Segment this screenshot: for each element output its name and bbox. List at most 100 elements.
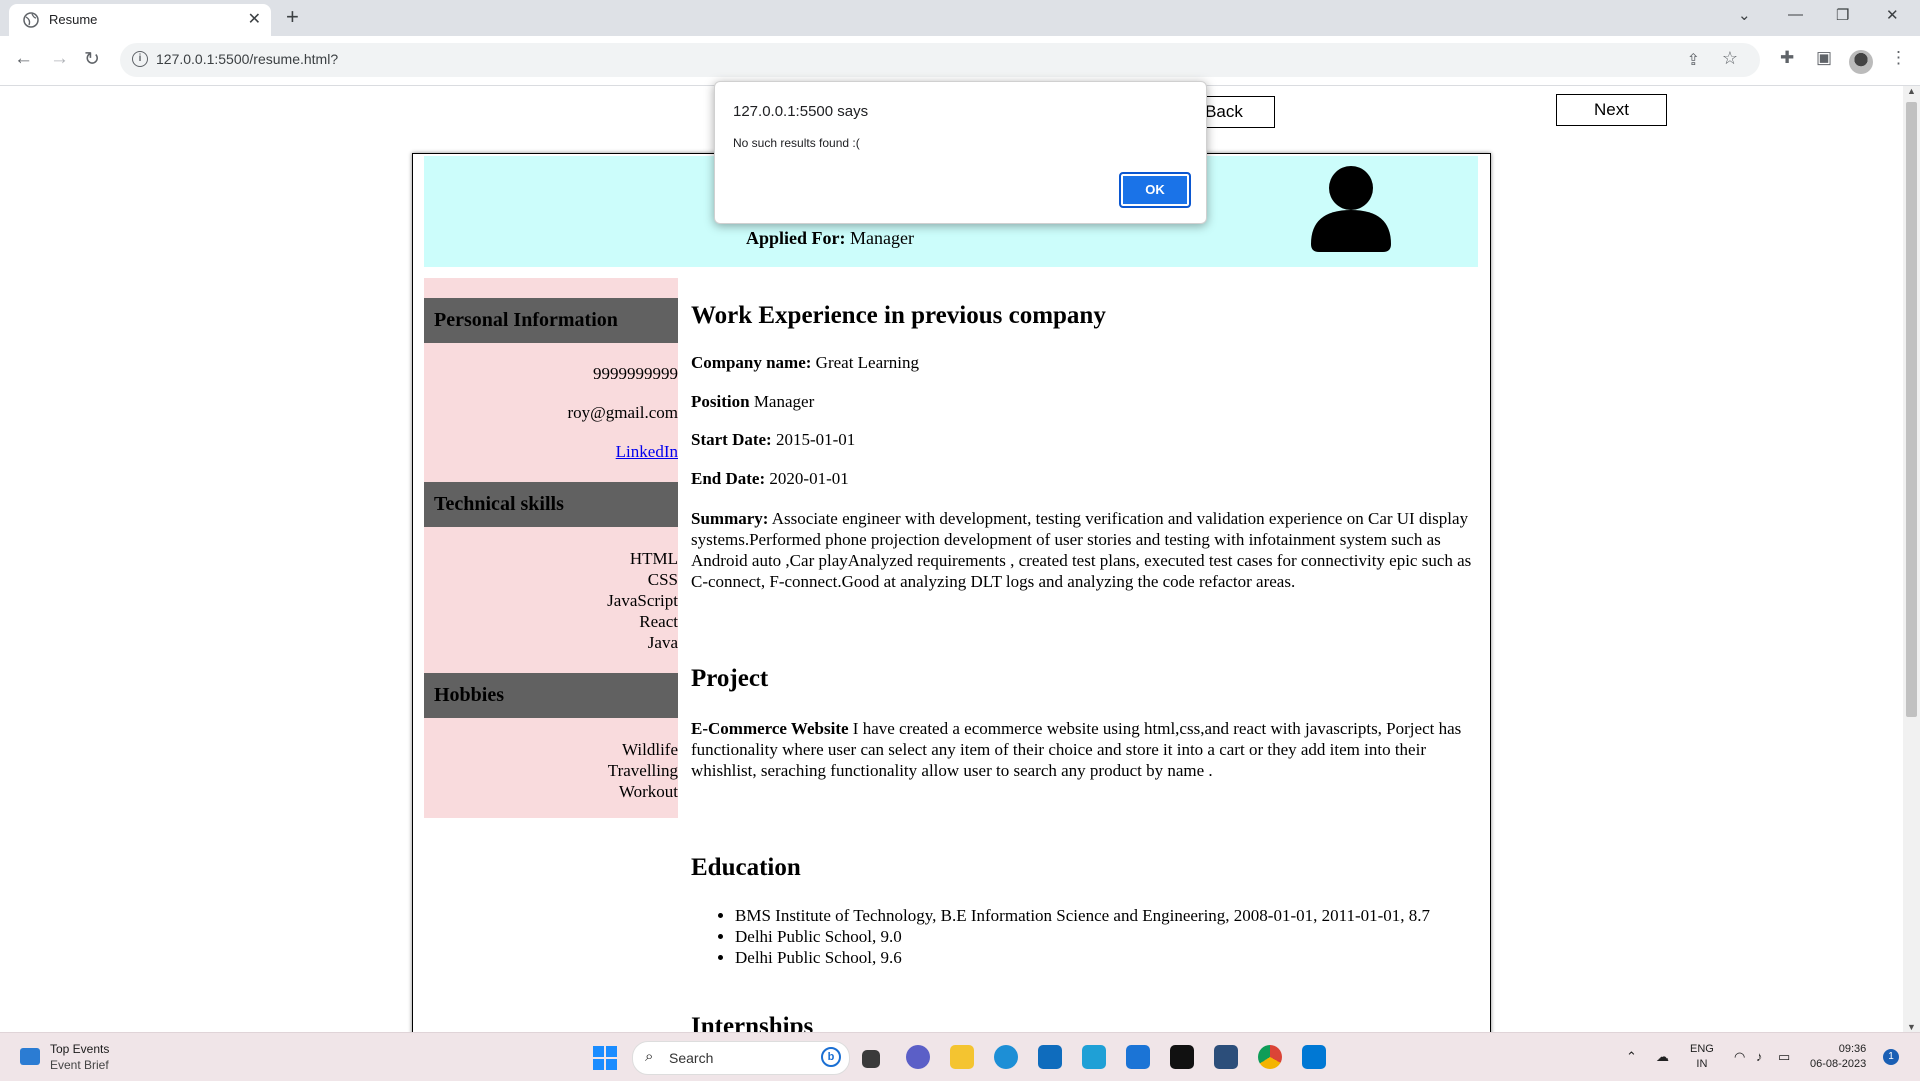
personal-information-heading: Personal Information bbox=[424, 298, 678, 343]
file-explorer-icon[interactable] bbox=[950, 1045, 974, 1069]
chrome-icon[interactable] bbox=[1258, 1045, 1282, 1069]
applied-for-value: Manager bbox=[845, 228, 914, 248]
end-date-label: End Date: bbox=[691, 469, 766, 488]
project-heading: Project bbox=[691, 665, 769, 692]
jetbrains-icon[interactable] bbox=[1170, 1045, 1194, 1069]
education-heading: Education bbox=[691, 854, 801, 881]
omnibox[interactable]: i 127.0.0.1:5500/resume.html? ⇪ ☆ bbox=[120, 43, 1760, 77]
search-icon: ⌕ bbox=[645, 1048, 654, 1065]
education-item: BMS Institute of Technology, B.E Informa… bbox=[735, 905, 1430, 926]
restore-icon[interactable]: ❐ bbox=[1836, 6, 1849, 24]
education-list: BMS Institute of Technology, B.E Informa… bbox=[691, 905, 1430, 968]
next-button[interactable]: Next bbox=[1556, 94, 1667, 126]
start-date-label: Start Date: bbox=[691, 430, 772, 449]
globe-icon bbox=[23, 12, 39, 28]
project-paragraph: E-Commerce Website I have created a ecom… bbox=[691, 718, 1481, 781]
close-tab-icon[interactable]: ✕ bbox=[248, 9, 261, 29]
wifi-icon[interactable]: ◠ bbox=[1734, 1049, 1745, 1065]
app-window-icon[interactable] bbox=[1214, 1045, 1238, 1069]
teams-chat-icon[interactable] bbox=[906, 1045, 930, 1069]
scroll-up-icon[interactable]: ▲ bbox=[1907, 86, 1916, 96]
skill-item: HTML bbox=[629, 549, 678, 568]
menu-kebab-icon[interactable]: ⋮ bbox=[1890, 48, 1907, 68]
url-text[interactable]: 127.0.0.1:5500/resume.html? bbox=[156, 51, 338, 67]
alert-origin: 127.0.0.1:5500 says bbox=[733, 103, 869, 120]
forward-arrow-icon[interactable]: → bbox=[50, 48, 69, 70]
app-o-icon[interactable] bbox=[1126, 1045, 1150, 1069]
lang-bottom: IN bbox=[1696, 1058, 1708, 1070]
task-view-icon[interactable] bbox=[862, 1050, 880, 1068]
new-tab-icon[interactable]: + bbox=[286, 4, 299, 30]
tab-search-icon[interactable]: ⌄ bbox=[1738, 6, 1751, 24]
lang-top: ENG bbox=[1690, 1043, 1714, 1055]
search-placeholder: Search bbox=[669, 1050, 714, 1066]
tab-title: Resume bbox=[49, 12, 98, 27]
skill-item: Java bbox=[647, 633, 678, 652]
education-item: Delhi Public School, 9.0 bbox=[735, 926, 1430, 947]
hobby-item: Wildlife bbox=[622, 740, 678, 759]
side-panel-icon[interactable]: ▣ bbox=[1816, 48, 1832, 68]
scrollbar-thumb[interactable] bbox=[1906, 102, 1917, 717]
address-toolbar: ← → ↻ i 127.0.0.1:5500/resume.html? ⇪ ☆ … bbox=[0, 36, 1920, 86]
applied-for-label: Applied For: bbox=[746, 228, 846, 248]
applied-for: Applied For: Manager bbox=[746, 228, 914, 249]
work-experience-heading: Work Experience in previous company bbox=[691, 302, 1106, 329]
email-address: roy@gmail.com bbox=[567, 403, 678, 422]
end-date-line: End Date: 2020-01-01 bbox=[691, 469, 849, 489]
hobby-item: Workout bbox=[618, 782, 678, 801]
clock-date: 06-08-2023 bbox=[1810, 1058, 1867, 1070]
technical-skills-heading: Technical skills bbox=[424, 482, 678, 527]
extensions-icon[interactable]: ✚ bbox=[1780, 48, 1794, 68]
language-indicator[interactable]: ENG IN bbox=[1690, 1042, 1714, 1072]
project-name: E-Commerce Website bbox=[691, 719, 849, 738]
position-value: Manager bbox=[749, 392, 815, 411]
resume-sidebar: Personal Information 9999999999 roy@gmai… bbox=[424, 278, 678, 818]
tray-chevron-icon[interactable]: ⌃ bbox=[1626, 1049, 1637, 1065]
taskbar-search[interactable]: ⌕ Search b bbox=[632, 1041, 850, 1075]
bing-icon[interactable]: b bbox=[821, 1047, 841, 1067]
edge-browser-icon[interactable] bbox=[994, 1045, 1018, 1069]
alert-ok-button[interactable]: OK bbox=[1119, 172, 1191, 208]
close-window-icon[interactable]: ✕ bbox=[1886, 6, 1899, 24]
share-icon[interactable]: ⇪ bbox=[1687, 50, 1700, 70]
phone-number: 9999999999 bbox=[593, 364, 678, 383]
position-line: Position Manager bbox=[691, 392, 814, 412]
tab-resume[interactable]: Resume ✕ bbox=[9, 4, 271, 36]
taskbar: Top Events Event Brief ⌕ Search b ⌃ ☁ EN… bbox=[0, 1032, 1920, 1081]
vscode-icon[interactable] bbox=[1302, 1045, 1326, 1069]
scroll-down-icon[interactable]: ▼ bbox=[1907, 1022, 1916, 1032]
minimize-icon[interactable]: — bbox=[1788, 6, 1803, 23]
company-line: Company name: Great Learning bbox=[691, 353, 919, 373]
windows-start-icon[interactable] bbox=[593, 1046, 617, 1070]
linkedin-wrap: LinkedIn bbox=[438, 442, 678, 462]
clock-time: 09:36 bbox=[1838, 1043, 1867, 1055]
widget-title[interactable]: Top Events bbox=[50, 1042, 109, 1056]
education-item: Delhi Public School, 9.6 bbox=[735, 947, 1430, 968]
profile-avatar[interactable] bbox=[1849, 50, 1873, 74]
user-avatar-icon bbox=[1311, 166, 1391, 252]
site-info-icon[interactable]: i bbox=[132, 51, 148, 67]
volume-icon[interactable]: ♪ bbox=[1756, 1049, 1763, 1064]
app-l-icon[interactable] bbox=[1082, 1045, 1106, 1069]
alert-message: No such results found :( bbox=[733, 136, 860, 150]
skill-item: CSS bbox=[647, 570, 678, 589]
end-date-value: 2020-01-01 bbox=[765, 469, 849, 488]
notification-badge[interactable]: 1 bbox=[1883, 1049, 1899, 1065]
summary-value: Associate engineer with development, tes… bbox=[691, 509, 1472, 591]
hobby-item: Travelling bbox=[607, 761, 678, 780]
reload-icon[interactable]: ↻ bbox=[84, 48, 100, 71]
widgets-icon[interactable] bbox=[20, 1048, 40, 1065]
bookmark-star-icon[interactable]: ☆ bbox=[1722, 48, 1738, 69]
linkedin-link[interactable]: LinkedIn bbox=[616, 442, 678, 461]
browser-tab-strip: Resume ✕ + ⌄ — ❐ ✕ bbox=[0, 0, 1920, 36]
back-arrow-icon[interactable]: ← bbox=[14, 48, 33, 70]
mail-icon[interactable] bbox=[1038, 1045, 1062, 1069]
system-clock[interactable]: 09:36 06-08-2023 bbox=[1810, 1042, 1866, 1072]
widget-subtitle[interactable]: Event Brief bbox=[50, 1058, 109, 1072]
resume-card: Applied For: Manager Personal Informatio… bbox=[412, 153, 1491, 1032]
battery-icon[interactable]: ▭ bbox=[1778, 1049, 1790, 1065]
onedrive-icon[interactable]: ☁ bbox=[1656, 1049, 1669, 1065]
skill-item: JavaScript bbox=[607, 591, 678, 610]
page-scrollbar[interactable]: ▲ ▼ bbox=[1903, 86, 1920, 1032]
summary-paragraph: Summary: Associate engineer with develop… bbox=[691, 508, 1481, 592]
